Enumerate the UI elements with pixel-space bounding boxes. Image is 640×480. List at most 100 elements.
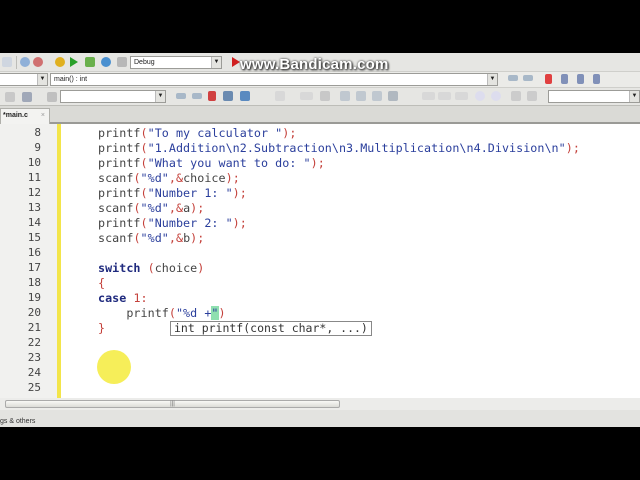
bookmark-prev-icon[interactable] — [561, 74, 568, 84]
tab-label: *main.c — [3, 112, 28, 119]
rebuild-icon[interactable] — [101, 57, 111, 67]
status-text: gs & others — [0, 418, 36, 425]
highlight-icon[interactable] — [208, 91, 216, 101]
block-icon[interactable] — [372, 91, 382, 101]
line-number: 22 — [27, 336, 41, 349]
change-bar — [57, 124, 61, 398]
chevron-down-icon: ▼ — [37, 74, 47, 85]
code-token: ); — [282, 126, 297, 140]
extra-combo[interactable]: ▼ — [548, 90, 640, 103]
code-token: "%d" — [140, 171, 169, 185]
shape-icon[interactable] — [422, 92, 435, 100]
block-icon[interactable] — [388, 91, 398, 101]
code-token: { — [98, 276, 106, 290]
note-icon[interactable] — [320, 91, 330, 101]
print-icon[interactable] — [2, 57, 12, 67]
find-icon[interactable] — [20, 57, 30, 67]
jump-back-icon[interactable] — [176, 93, 186, 99]
status-bar: gs & others — [0, 410, 640, 427]
shape-icon[interactable] — [438, 92, 451, 100]
bookmark-clear-icon[interactable] — [593, 74, 600, 84]
scope-select[interactable]: ▼ — [0, 73, 48, 86]
build-icon[interactable] — [55, 57, 65, 67]
code-token: ,& — [168, 231, 184, 245]
code-line[interactable]: scanf("%d",&choice); — [98, 171, 240, 185]
line-number: 25 — [27, 381, 41, 394]
code-token: ( — [133, 231, 141, 245]
bandicam-watermark: www.Bandicam.com — [240, 56, 389, 73]
debug-toolbar: ▼ ▼ — [0, 88, 640, 106]
separator — [16, 56, 17, 69]
line-number: 12 — [27, 186, 41, 199]
code-line[interactable]: printf("Number 2: "); — [98, 216, 247, 230]
code-completion-toolbar: ▼ main() : int ▼ — [0, 72, 640, 88]
code-line[interactable]: printf("What you want to do: "); — [98, 156, 325, 170]
code-token: case — [98, 291, 127, 305]
code-token: scanf — [98, 231, 134, 245]
bookmark-toggle-icon[interactable] — [545, 74, 552, 84]
debug-window-icon[interactable] — [47, 92, 57, 102]
code-token: ( — [140, 261, 155, 275]
jump-forward-icon[interactable] — [192, 93, 202, 99]
code-line[interactable]: { — [98, 276, 105, 290]
code-token: ); — [310, 156, 325, 170]
code-line[interactable]: scanf("%d",&b); — [98, 231, 204, 245]
shape-icon[interactable] — [455, 92, 468, 100]
zoom-out-icon[interactable] — [491, 91, 501, 101]
code-token: choice — [154, 261, 198, 275]
code-line[interactable]: } — [98, 321, 105, 335]
abort-icon[interactable] — [117, 57, 127, 67]
block-icon[interactable] — [340, 91, 350, 101]
horizontal-scrollbar[interactable]: ||| — [0, 398, 640, 410]
back-arrow-icon[interactable] — [508, 75, 518, 81]
scrollbar-thumb[interactable]: ||| — [5, 400, 340, 408]
select-icon[interactable] — [275, 91, 285, 101]
code-token: ( — [140, 126, 148, 140]
debug-step-icon[interactable] — [5, 92, 15, 102]
run-icon[interactable] — [70, 57, 78, 67]
debug-next-icon[interactable] — [22, 92, 32, 102]
function-value: main() : int — [54, 76, 88, 83]
close-icon[interactable]: × — [41, 109, 45, 123]
line-number: 15 — [27, 231, 41, 244]
block-icon[interactable] — [356, 91, 366, 101]
code-line[interactable]: printf("To my calculator "); — [98, 126, 296, 140]
code-token: "1.Addition\n2.Subtraction\n3.Multiplica… — [147, 141, 566, 155]
match-case-icon[interactable] — [240, 91, 250, 101]
line-number: 21 — [27, 321, 41, 334]
c-icon[interactable] — [527, 91, 537, 101]
code-token: ) — [197, 261, 205, 275]
forward-arrow-icon[interactable] — [523, 75, 533, 81]
chevron-down-icon: ▼ — [487, 74, 497, 85]
s-icon[interactable] — [511, 91, 521, 101]
build-target-select[interactable]: Debug ▼ — [130, 56, 222, 69]
selected-text-icon[interactable] — [223, 91, 233, 101]
zoom-in-icon[interactable] — [475, 91, 485, 101]
code-line[interactable]: printf("%d +") — [98, 306, 226, 320]
code-token: ); — [190, 231, 205, 245]
code-token: ( — [140, 186, 148, 200]
function-select[interactable]: main() : int ▼ — [50, 73, 498, 86]
code-editor[interactable]: 8 printf("To my calculator "); 9 printf("1.… — [0, 124, 640, 398]
code-token: choice — [183, 171, 226, 185]
code-line[interactable]: case 1: — [98, 291, 148, 305]
line-number: 10 — [27, 156, 41, 169]
code-line[interactable]: switch (choice) — [98, 261, 204, 275]
code-line[interactable]: printf("Number 1: "); — [98, 186, 247, 200]
code-token: 1 — [133, 291, 141, 305]
bookmark-next-icon[interactable] — [577, 74, 584, 84]
tab-main-c[interactable]: *main.c × — [0, 108, 50, 124]
code-token: scanf — [98, 201, 134, 215]
code-token: "Number 1: " — [147, 186, 233, 200]
build-run-icon[interactable] — [85, 57, 95, 67]
code-token: ( — [140, 216, 148, 230]
search-combo[interactable]: ▼ — [60, 90, 166, 103]
replace-icon[interactable] — [33, 57, 43, 67]
code-token: "What you want to do: " — [147, 156, 311, 170]
rect-icon[interactable] — [300, 92, 313, 100]
code-token: : — [140, 291, 148, 305]
debug-run-icon[interactable] — [232, 57, 240, 67]
code-line[interactable]: printf("1.Addition\n2.Subtraction\n3.Mul… — [98, 141, 580, 155]
code-line[interactable]: scanf("%d",&a); — [98, 201, 204, 215]
code-token: ) — [218, 306, 226, 320]
